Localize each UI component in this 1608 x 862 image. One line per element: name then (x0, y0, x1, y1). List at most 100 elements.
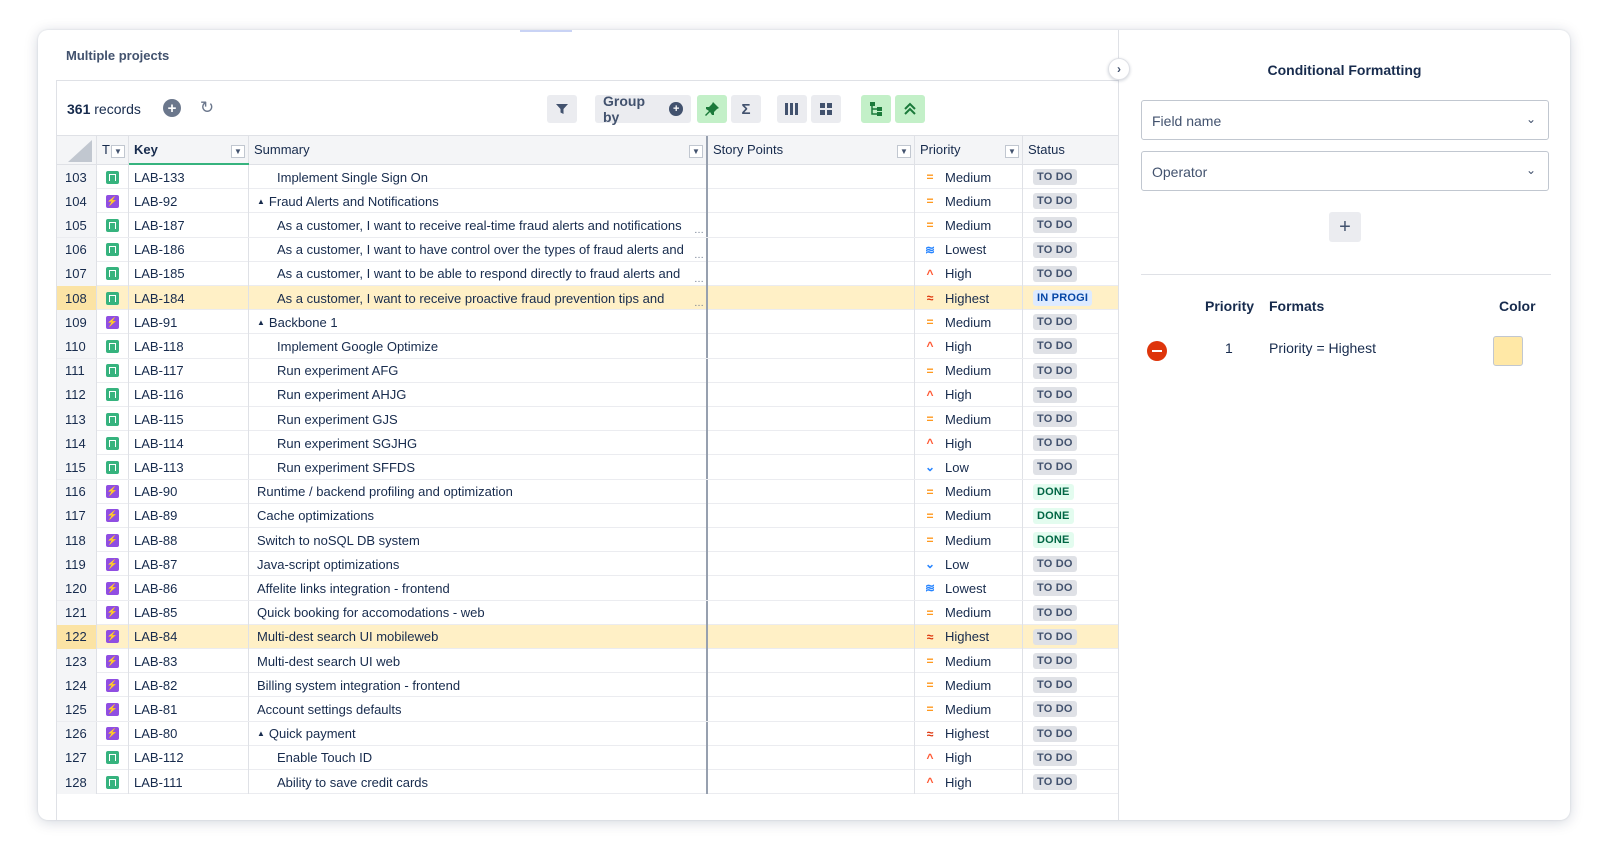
summary-cell[interactable]: Run experiment SFFDS (249, 455, 708, 480)
status-cell[interactable]: TO DO (1023, 601, 1119, 625)
priority-cell[interactable]: ⌄ Low (915, 455, 1023, 480)
sum-button[interactable]: Σ (731, 95, 761, 123)
story-points-cell[interactable] (708, 310, 915, 335)
summary-cell[interactable]: Run experiment GJS (249, 407, 708, 431)
priority-cell[interactable]: ^ High (915, 382, 1023, 407)
view-grid-button[interactable] (811, 95, 841, 123)
expand-triangle-icon[interactable]: ▲ (257, 197, 265, 206)
story-points-cell[interactable] (708, 528, 915, 552)
col-summary-menu-icon[interactable]: ▼ (689, 145, 703, 158)
priority-cell[interactable]: ≋ Lowest (915, 237, 1023, 262)
summary-cell[interactable]: As a customer, I want to receive real-ti… (249, 213, 708, 238)
group-by-button[interactable]: Group by + (595, 93, 691, 125)
issue-key[interactable]: LAB-114 (129, 431, 249, 456)
summary-cell[interactable]: Billing system integration - frontend (249, 673, 708, 698)
story-points-cell[interactable] (708, 455, 915, 480)
story-points-cell[interactable] (708, 165, 915, 189)
issue-key[interactable]: LAB-90 (129, 479, 249, 504)
table-row[interactable]: 117 ⚡ LAB-89 Cache optimizations = Medium DONE (57, 503, 1119, 528)
more-icon[interactable]: … (694, 250, 704, 261)
table-row[interactable]: 111 LAB-117 Run experiment AFG = Medium TO DO (57, 358, 1119, 383)
table-row[interactable]: 126 ⚡ LAB-80 ▲ Quick payment ≈ Highest TO DO (57, 721, 1119, 746)
table-row[interactable]: 103 LAB-133 Implement Single Sign On = Mediu… (57, 165, 1119, 190)
table-row[interactable]: 119 ⚡ LAB-87 Java-script optimizations ⌄ Low T… (57, 552, 1119, 577)
collapse-all-button[interactable] (895, 95, 925, 123)
table-row[interactable]: 118 ⚡ LAB-88 Switch to noSQL DB system = Medi… (57, 528, 1119, 553)
priority-cell[interactable]: = Medium (915, 600, 1023, 625)
issue-key[interactable]: LAB-86 (129, 576, 249, 601)
expand-triangle-icon[interactable]: ▲ (257, 729, 265, 738)
table-row[interactable]: 107 LAB-185 As a customer, I want to be ab… (57, 261, 1119, 286)
table-row[interactable]: 110 LAB-118 Implement Google Optimize ^ High… (57, 334, 1119, 359)
priority-cell[interactable]: ≋ Lowest (915, 576, 1023, 601)
story-points-cell[interactable] (708, 479, 915, 504)
table-row[interactable]: 108 LAB-184 As a customer, I want to recei… (57, 286, 1119, 311)
status-cell[interactable]: TO DO (1023, 383, 1119, 407)
priority-cell[interactable]: = Medium (915, 358, 1023, 383)
priority-cell[interactable]: = Medium (915, 649, 1023, 673)
issue-key[interactable]: LAB-88 (129, 528, 249, 552)
table-row[interactable]: 121 ⚡ LAB-85 Quick booking for accomodation… (57, 600, 1119, 625)
story-points-cell[interactable] (708, 673, 915, 698)
table-row[interactable]: 113 LAB-115 Run experiment GJS = Medium TO DO (57, 407, 1119, 432)
col-type-menu-icon[interactable]: ▼ (111, 145, 125, 158)
story-points-cell[interactable] (708, 213, 915, 238)
table-row[interactable]: 125 ⚡ LAB-81 Account settings defaults = Medi… (57, 697, 1119, 722)
summary-cell[interactable]: Implement Single Sign On (249, 165, 708, 189)
status-cell[interactable]: TO DO (1023, 673, 1119, 697)
summary-cell[interactable]: Quick booking for accomodations - web (249, 600, 708, 625)
refresh-button[interactable]: ↻ (198, 98, 216, 117)
status-cell[interactable]: TO DO (1023, 649, 1119, 673)
more-icon[interactable]: … (694, 274, 704, 285)
story-points-cell[interactable] (708, 431, 915, 456)
story-points-cell[interactable] (708, 237, 915, 262)
issue-key[interactable]: LAB-117 (129, 358, 249, 383)
story-points-cell[interactable] (708, 358, 915, 383)
table-row[interactable]: 115 LAB-113 Run experiment SFFDS ⌄ Low TO DO (57, 455, 1119, 480)
story-points-cell[interactable] (708, 649, 915, 673)
status-cell[interactable]: TO DO (1023, 697, 1119, 721)
status-cell[interactable]: TO DO (1023, 625, 1119, 649)
issue-key[interactable]: LAB-187 (129, 213, 249, 238)
more-icon[interactable]: … (694, 225, 704, 236)
issue-key[interactable]: LAB-92 (129, 189, 249, 214)
priority-cell[interactable]: = Medium (915, 213, 1023, 238)
issue-key[interactable]: LAB-111 (129, 770, 249, 794)
priority-cell[interactable]: = Medium (915, 503, 1023, 528)
status-cell[interactable]: TO DO (1023, 576, 1119, 600)
issue-key[interactable]: LAB-116 (129, 382, 249, 407)
status-cell[interactable]: TO DO (1023, 722, 1119, 746)
table-row[interactable]: 122 ⚡ LAB-84 Multi-dest search UI mobileweb… (57, 624, 1119, 649)
status-cell[interactable]: TO DO (1023, 455, 1119, 479)
story-points-cell[interactable] (708, 576, 915, 601)
col-header-status[interactable]: Status (1023, 136, 1119, 165)
story-points-cell[interactable] (708, 334, 915, 359)
table-row[interactable]: 127 LAB-112 Enable Touch ID ^ High TO DO (57, 745, 1119, 770)
status-cell[interactable]: TO DO (1023, 189, 1119, 213)
issue-key[interactable]: LAB-118 (129, 334, 249, 359)
remove-rule-button[interactable] (1147, 341, 1167, 361)
summary-cell[interactable]: Switch to noSQL DB system (249, 528, 708, 552)
priority-cell[interactable]: = Medium (915, 479, 1023, 504)
summary-cell[interactable]: Cache optimizations (249, 503, 708, 528)
issue-key[interactable]: LAB-80 (129, 721, 249, 746)
status-cell[interactable]: TO DO (1023, 334, 1119, 358)
status-cell[interactable]: TO DO (1023, 238, 1119, 262)
summary-cell[interactable]: Run experiment AHJG (249, 382, 708, 407)
status-cell[interactable]: TO DO (1023, 746, 1119, 770)
summary-cell[interactable]: Java-script optimizations (249, 552, 708, 577)
issue-key[interactable]: LAB-115 (129, 407, 249, 431)
table-row[interactable]: 123 ⚡ LAB-83 Multi-dest search UI web = Mediu… (57, 649, 1119, 674)
col-key-menu-icon[interactable]: ▼ (231, 145, 245, 158)
priority-cell[interactable]: = Medium (915, 528, 1023, 552)
issue-key[interactable]: LAB-91 (129, 310, 249, 335)
story-points-cell[interactable] (708, 407, 915, 431)
priority-cell[interactable]: ≈ Highest (915, 286, 1023, 310)
table-row[interactable]: 106 LAB-186 As a customer, I want to have … (57, 237, 1119, 262)
priority-cell[interactable]: ^ High (915, 745, 1023, 770)
priority-cell[interactable]: ≈ Highest (915, 624, 1023, 649)
table-row[interactable]: 105 LAB-187 As a customer, I want to recei… (57, 213, 1119, 238)
priority-cell[interactable]: ^ High (915, 770, 1023, 794)
status-cell[interactable]: TO DO (1023, 359, 1119, 383)
issue-key[interactable]: LAB-186 (129, 237, 249, 262)
